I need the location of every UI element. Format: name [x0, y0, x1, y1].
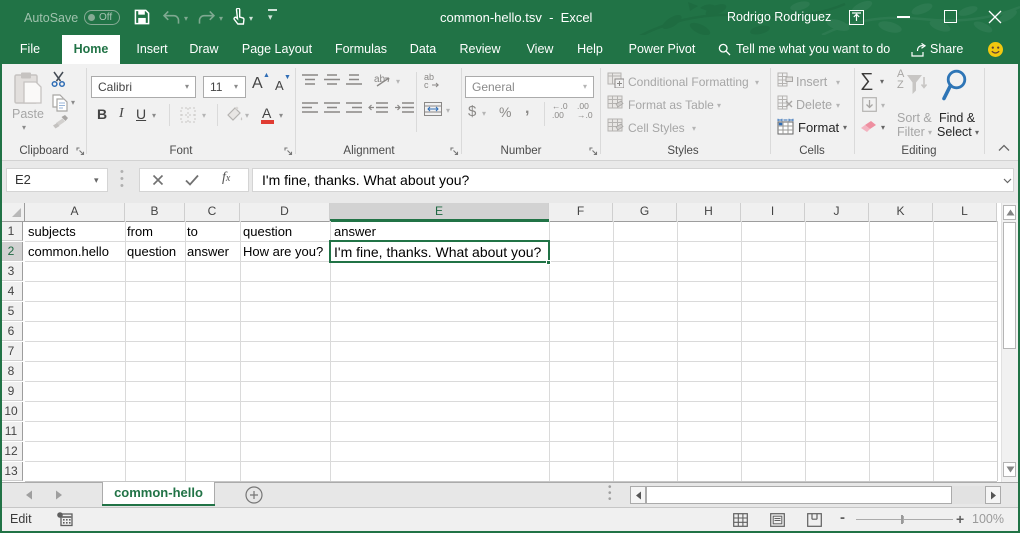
svg-text:c: c [424, 80, 429, 89]
